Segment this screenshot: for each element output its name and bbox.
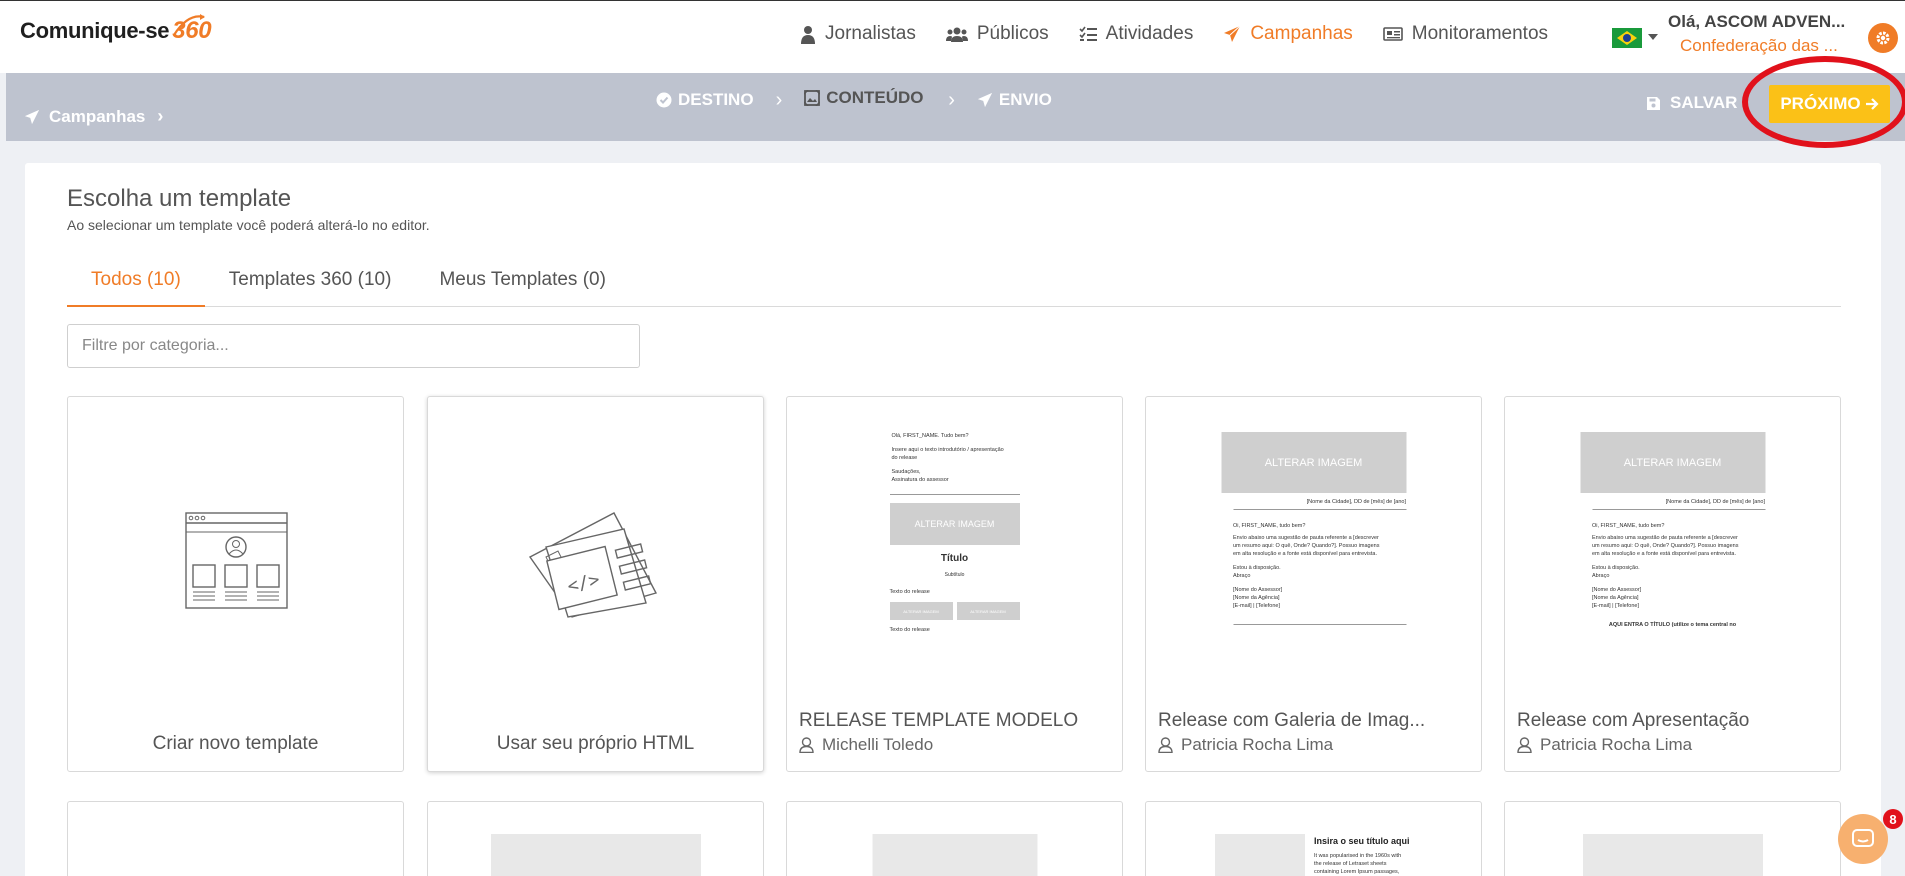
template-card-release-apresentacao[interactable]: ALTERAR IMAGEM [Nome da Cidade], DD de [… bbox=[1504, 396, 1841, 772]
image-frame-icon bbox=[804, 90, 821, 106]
author-name: Patricia Rocha Lima bbox=[1540, 735, 1693, 754]
nav-label: Públicos bbox=[976, 23, 1049, 44]
wizard-steps: DESTINO › CONTEÚDO › ENVIO bbox=[656, 88, 1052, 112]
step-conteudo[interactable]: CONTEÚDO bbox=[804, 88, 926, 112]
brand-number: 360 bbox=[172, 14, 212, 45]
author-name: Michelli Toledo bbox=[822, 735, 934, 754]
category-filter-input[interactable] bbox=[67, 324, 640, 368]
author-name: Patricia Rocha Lima bbox=[1181, 735, 1334, 754]
template-tabs: Todos (10) Templates 360 (10) Meus Templ… bbox=[67, 265, 1841, 307]
paper-plane-icon bbox=[1224, 25, 1241, 42]
highlight-annotation-ring bbox=[1742, 56, 1905, 148]
floppy-disk-icon bbox=[1647, 96, 1660, 110]
template-card[interactable]: Insira o seu título aqui It was populari… bbox=[1145, 801, 1482, 876]
page-title: Escolha um template bbox=[67, 185, 292, 212]
group-icon bbox=[945, 27, 968, 42]
image-placeholder-icon bbox=[1582, 834, 1763, 876]
page-subtitle: Ao selecionar um template você poderá al… bbox=[67, 217, 430, 233]
chevron-right-icon: › bbox=[775, 89, 783, 111]
step-label: ENVIO bbox=[998, 90, 1052, 109]
user-greeting[interactable]: Olá, ASCOM ADVEN... bbox=[1668, 12, 1845, 32]
user-organization[interactable]: Confederação das ... bbox=[1680, 36, 1838, 56]
brand-logo[interactable]: Comunique-se 360 bbox=[20, 14, 212, 45]
user-icon bbox=[1158, 737, 1173, 753]
template-card[interactable] bbox=[427, 801, 764, 876]
own-html-card[interactable]: </> Usar seu próprio HTML bbox=[427, 396, 764, 772]
brand-name: Comunique-se bbox=[20, 18, 170, 43]
template-name: Release com Apresentação bbox=[1517, 710, 1750, 731]
template-card[interactable] bbox=[786, 801, 1123, 876]
web-layout-icon bbox=[185, 512, 288, 609]
chat-icon bbox=[1852, 829, 1874, 847]
nav-jornalistas[interactable]: Jornalistas bbox=[800, 23, 916, 45]
settings-button[interactable] bbox=[1868, 23, 1898, 53]
breadcrumb[interactable]: Campanhas › bbox=[24, 106, 163, 127]
step-label: CONTEÚDO bbox=[826, 88, 924, 107]
template-card[interactable] bbox=[67, 801, 404, 876]
newspaper-icon bbox=[1382, 27, 1403, 41]
brazil-flag-icon[interactable] bbox=[1612, 28, 1642, 48]
code-document-icon: </> bbox=[528, 512, 658, 618]
paper-plane-icon bbox=[977, 92, 993, 108]
template-thumbnail: Olá, FIRST_NAME. Tudo bem? Insere aqui o… bbox=[889, 432, 1020, 697]
template-author: Patricia Rocha Lima bbox=[1158, 735, 1333, 755]
campaign-step-bar: Campanhas › DESTINO › CONTEÚDO › ENVIO S… bbox=[6, 73, 1905, 141]
breadcrumb-campanhas[interactable]: Campanhas bbox=[49, 107, 145, 127]
nav-publicos[interactable]: Públicos bbox=[945, 23, 1049, 45]
save-label: SALVAR bbox=[1670, 93, 1738, 112]
user-icon bbox=[799, 737, 814, 753]
step-destino[interactable]: DESTINO bbox=[656, 88, 754, 112]
tab-meus-templates[interactable]: Meus Templates (0) bbox=[415, 265, 630, 307]
template-chooser-panel: Escolha um template Ao selecionar um tem… bbox=[25, 163, 1881, 876]
chat-launcher-button[interactable] bbox=[1838, 814, 1888, 864]
nav-monitoramentos[interactable]: Monitoramentos bbox=[1382, 23, 1549, 45]
chevron-right-icon: › bbox=[157, 106, 164, 126]
nav-campanhas[interactable]: Campanhas bbox=[1223, 23, 1353, 45]
template-author: Michelli Toledo bbox=[799, 735, 933, 755]
image-placeholder-icon bbox=[1215, 834, 1305, 876]
save-button[interactable]: SALVAR bbox=[1646, 93, 1737, 113]
create-template-card[interactable]: Criar novo template bbox=[67, 396, 404, 772]
template-card-release-galeria[interactable]: ALTERAR IMAGEM [Nome da Cidade], DD de [… bbox=[1145, 396, 1482, 772]
template-name: RELEASE TEMPLATE MODELO bbox=[799, 710, 1079, 731]
gear-icon bbox=[1876, 31, 1890, 45]
checklist-icon bbox=[1079, 26, 1097, 41]
step-label: DESTINO bbox=[678, 90, 754, 109]
nav-label: Jornalistas bbox=[825, 23, 916, 44]
template-author: Patricia Rocha Lima bbox=[1517, 735, 1692, 755]
template-name: Release com Galeria de Imag... bbox=[1158, 710, 1426, 731]
nav-label: Atividades bbox=[1105, 23, 1194, 44]
template-thumbnail: ALTERAR IMAGEM [Nome da Cidade], DD de [… bbox=[1221, 432, 1406, 697]
step-envio[interactable]: ENVIO bbox=[977, 88, 1052, 112]
notification-badge: 8 bbox=[1883, 809, 1903, 829]
chevron-down-icon[interactable] bbox=[1648, 34, 1658, 40]
tab-todos[interactable]: Todos (10) bbox=[67, 265, 205, 307]
paper-plane-icon bbox=[24, 109, 40, 124]
main-nav: Jornalistas Públicos Atividades Campanha… bbox=[800, 23, 1578, 45]
nav-atividades[interactable]: Atividades bbox=[1079, 23, 1194, 45]
thumb-text: It was popularised in the 1960s with the… bbox=[1314, 853, 1402, 875]
top-navbar: Comunique-se 360 Jornalistas Públicos At… bbox=[0, 0, 1905, 73]
logo-swoosh-icon bbox=[173, 14, 206, 36]
card-label: Criar novo template bbox=[152, 733, 319, 754]
nav-label: Monitoramentos bbox=[1411, 23, 1549, 44]
card-label: Usar seu próprio HTML bbox=[496, 733, 695, 754]
journalist-icon bbox=[801, 25, 815, 44]
check-circle-icon bbox=[656, 92, 672, 108]
thumb-title: Insira o seu título aqui bbox=[1314, 836, 1410, 846]
image-placeholder-icon bbox=[872, 834, 1037, 876]
template-thumbnail: ALTERAR IMAGEM [Nome da Cidade], DD de [… bbox=[1580, 432, 1765, 697]
template-card[interactable] bbox=[1504, 801, 1841, 876]
tab-templates-360[interactable]: Templates 360 (10) bbox=[205, 265, 416, 307]
template-card-release-modelo[interactable]: Olá, FIRST_NAME. Tudo bem? Insere aqui o… bbox=[786, 396, 1123, 772]
user-icon bbox=[1517, 737, 1532, 753]
image-placeholder-icon bbox=[490, 834, 701, 876]
nav-label: Campanhas bbox=[1250, 23, 1353, 44]
chevron-right-icon: › bbox=[948, 89, 955, 111]
